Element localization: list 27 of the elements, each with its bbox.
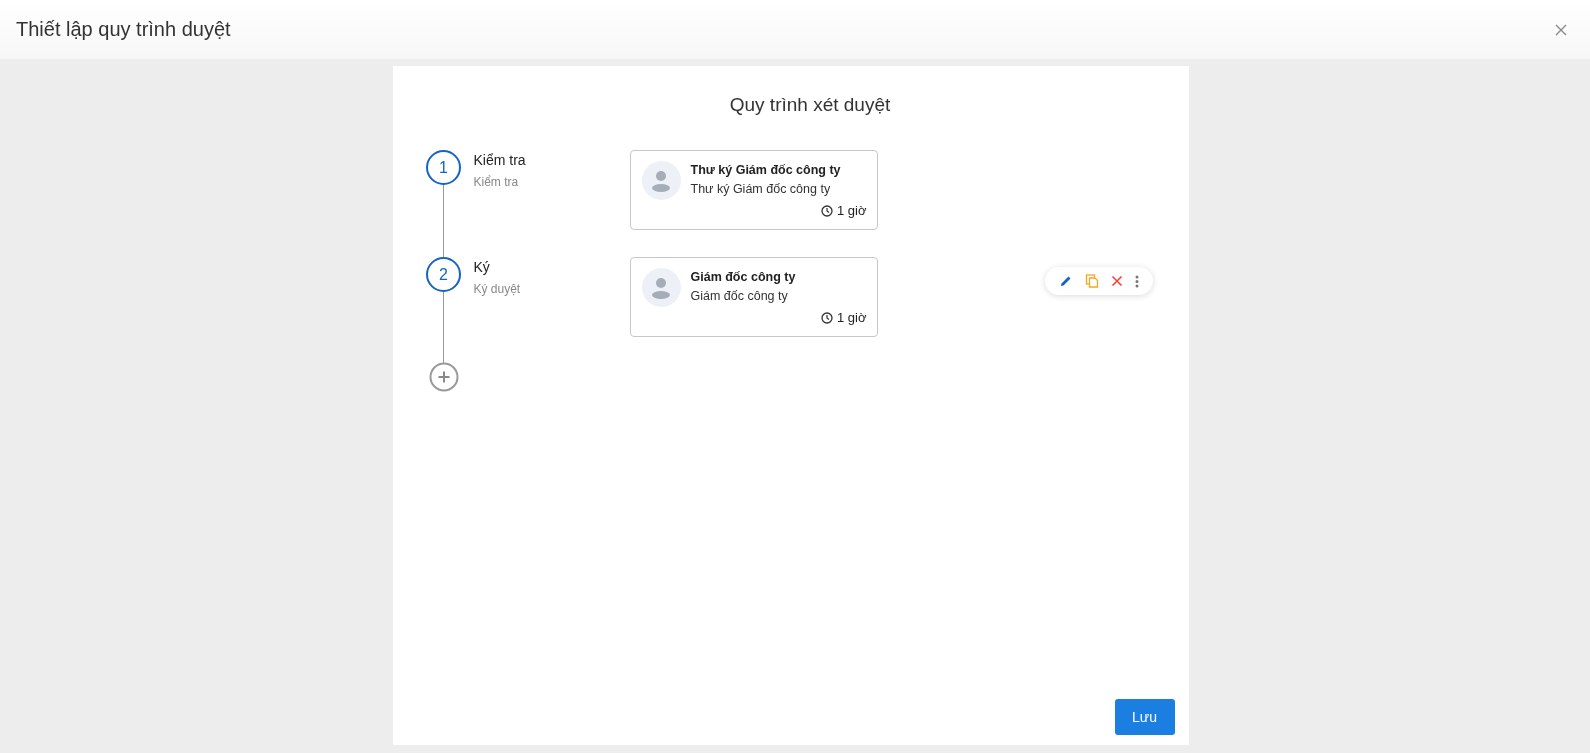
duration: 1 giờ xyxy=(837,203,867,218)
step-name: Ký xyxy=(473,259,491,275)
approver-subtitle: Giám đốc công ty xyxy=(690,289,789,303)
close-icon[interactable] xyxy=(1555,23,1567,36)
step-description: Kiểm tra xyxy=(473,175,520,189)
duration: 1 giờ xyxy=(837,310,867,325)
save-button[interactable]: Lưu xyxy=(1114,699,1175,735)
avatar-icon xyxy=(641,161,681,200)
step-number[interactable]: 2 xyxy=(426,257,461,292)
edit-icon[interactable] xyxy=(1058,274,1073,288)
more-icon[interactable] xyxy=(1134,274,1139,288)
step-name: Kiểm tra xyxy=(473,152,527,168)
copy-icon[interactable] xyxy=(1084,274,1099,288)
delete-icon[interactable] xyxy=(1110,275,1123,287)
clock-icon xyxy=(821,204,833,217)
approver-title: Giám đốc công ty xyxy=(690,270,797,284)
panel-title: Quy trình xét duyệt xyxy=(728,94,892,116)
approver-card[interactable]: Giám đốc công ty Giám đốc công ty 1 giờ xyxy=(629,257,878,337)
dialog-title: Thiết lập quy trình duyệt xyxy=(16,18,231,41)
approver-card[interactable]: Thư ký Giám đốc công ty Thư ký Giám đốc công ty 1 giờ xyxy=(629,150,878,230)
step-description: Ký duyệt xyxy=(473,282,522,296)
add-step-icon[interactable] xyxy=(428,362,459,392)
step-number[interactable]: 1 xyxy=(426,150,461,185)
clock-icon xyxy=(821,311,833,324)
avatar-icon xyxy=(641,268,681,307)
approver-title: Thư ký Giám đốc công ty xyxy=(690,163,842,177)
approver-subtitle: Thư ký Giám đốc công ty xyxy=(690,182,832,196)
